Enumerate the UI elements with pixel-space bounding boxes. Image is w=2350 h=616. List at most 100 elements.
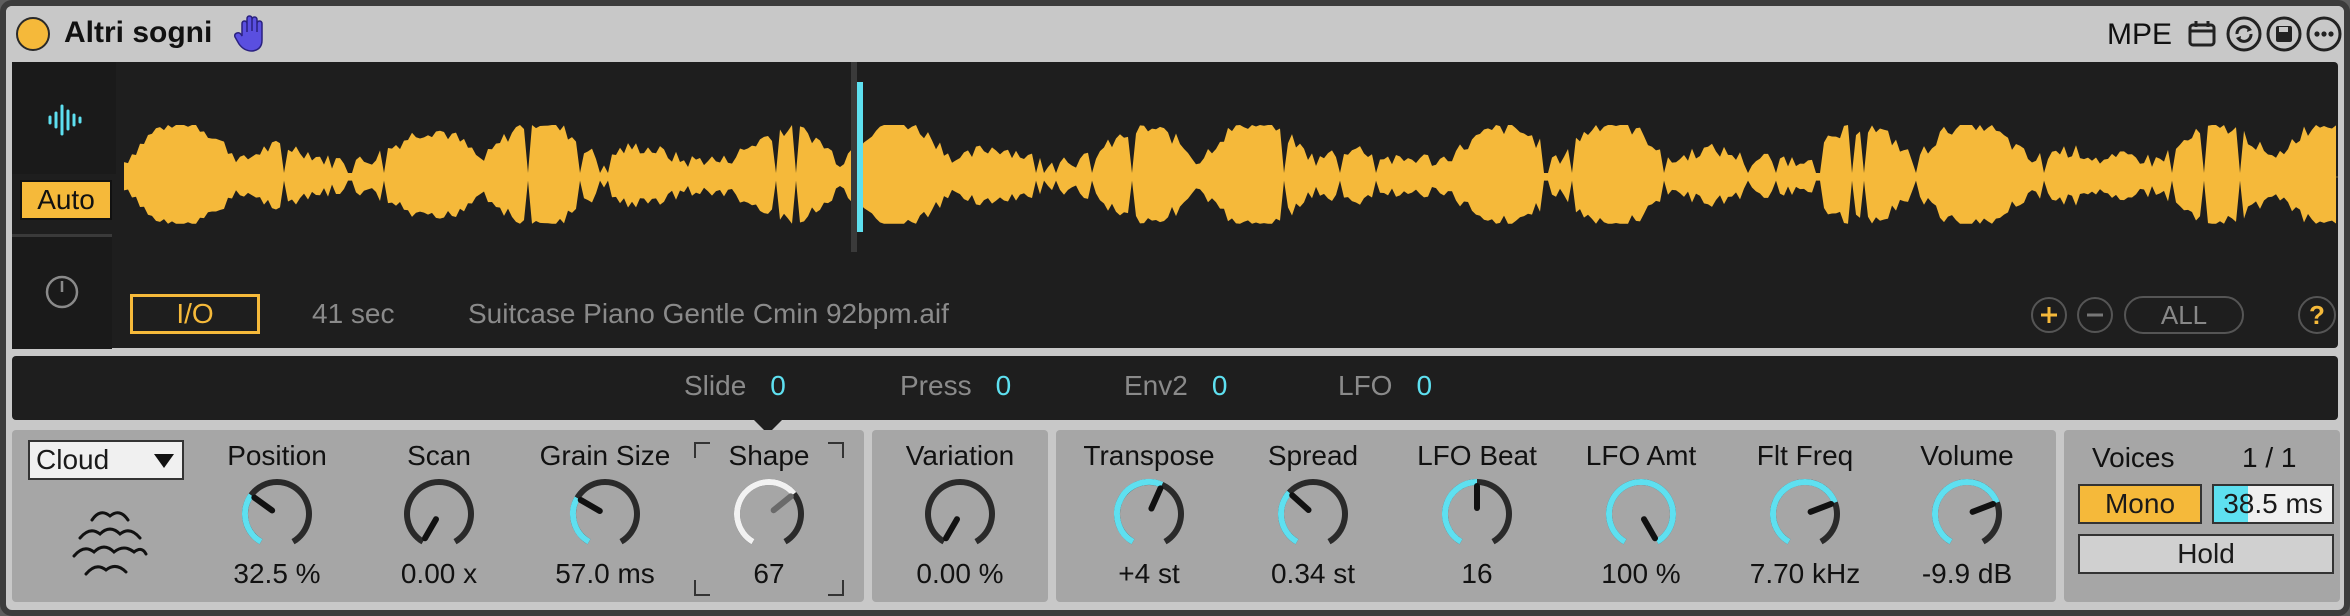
mod-slide[interactable]: Slide 0	[684, 370, 786, 402]
help-button[interactable]: ?	[2298, 296, 2336, 334]
zoom-in-icon[interactable]	[2030, 296, 2068, 334]
scan-label: Scan	[407, 440, 471, 471]
shape-value: 67	[753, 558, 785, 589]
title-bar: Altri sogni MPE	[6, 6, 2344, 62]
variation-label: Variation	[905, 440, 1015, 471]
lfo-amt-knob[interactable]: LFO Amt 100 %	[1566, 430, 1716, 602]
knob-pointer	[251, 494, 276, 514]
variation-dial[interactable]	[920, 474, 1000, 554]
mod-env2[interactable]: Env2 0	[1124, 370, 1227, 402]
glide-field[interactable]: 38.5 ms	[2212, 484, 2334, 524]
volume-knob[interactable]: Volume -9.9 dB	[1892, 430, 2042, 602]
device-frame: Altri sogni MPE Auto I/O 41 sec Suitcase…	[0, 0, 2350, 616]
spread-knob[interactable]: Spread 0.34 st	[1238, 430, 1388, 602]
knob-pointer	[1148, 485, 1164, 512]
hold-button[interactable]: Hold	[2078, 534, 2334, 574]
lfo-amt-label: LFO Amt	[1585, 440, 1697, 471]
knob-pointer	[943, 516, 960, 542]
glide-value: 38.5 ms	[2223, 488, 2323, 519]
waveform-sidebar: Auto	[12, 62, 116, 349]
mod-lfo-label: LFO	[1338, 370, 1393, 401]
voices-section: Voices 1 / 1 Mono 38.5 ms Hold	[2064, 430, 2340, 602]
auto-button[interactable]: Auto	[20, 180, 112, 220]
waveform-display[interactable]	[124, 62, 2338, 292]
shape-label: Shape	[728, 440, 810, 471]
playhead[interactable]	[857, 82, 863, 232]
device-title: Altri sogni	[64, 16, 213, 49]
device-power-button[interactable]	[16, 17, 50, 51]
grain-size-knob[interactable]: Grain Size 57.0 ms	[530, 430, 680, 602]
zoom-all-button[interactable]: ALL	[2124, 296, 2244, 334]
mpe-label: MPE	[2106, 18, 2172, 51]
shape-bracket-tr	[828, 442, 844, 458]
refresh-icon[interactable]	[2226, 16, 2262, 52]
variation-knob[interactable]: Variation 0.00 %	[885, 430, 1035, 602]
mod-press-label: Press	[900, 370, 972, 401]
spread-value: 0.34 st	[1270, 558, 1356, 589]
flt-freq-knob[interactable]: Flt Freq 7.70 kHz	[1730, 430, 1880, 602]
shape-bracket-tl	[694, 442, 710, 458]
mod-slide-value: 0	[770, 370, 786, 401]
position-label: Position	[227, 440, 327, 471]
lfo-amt-value: 100 %	[1601, 558, 1681, 589]
flt-freq-label: Flt Freq	[1756, 440, 1854, 471]
knob-arc	[1442, 479, 1478, 545]
knob-arc	[1932, 479, 2000, 545]
volume-value: -9.9 dB	[1921, 558, 2013, 589]
waveform-panel: Auto I/O 41 sec Suitcase Piano Gentle Cm…	[12, 62, 2338, 349]
voices-value[interactable]: 1 / 1	[2242, 442, 2296, 474]
grain-section: Cloud Position 32.5 % Scan 0.00 x Grain …	[12, 430, 864, 602]
flt-freq-value: 7.70 kHz	[1749, 558, 1861, 589]
variation-value: 0.00 %	[916, 558, 1004, 589]
variation-section: Variation 0.00 %	[872, 430, 1048, 602]
spread-dial[interactable]	[1273, 474, 1353, 554]
shape-bracket-br	[828, 580, 844, 596]
scan-dial[interactable]	[399, 474, 479, 554]
grain-size-dial[interactable]	[565, 474, 645, 554]
zoom-out-icon[interactable]	[2076, 296, 2114, 334]
scan-knob[interactable]: Scan 0.00 x	[364, 430, 514, 602]
lfo-beat-knob[interactable]: LFO Beat 16	[1402, 430, 1552, 602]
grain-mode-select[interactable]: Cloud	[28, 440, 184, 480]
lfo-beat-dial[interactable]	[1437, 474, 1517, 554]
mono-button[interactable]: Mono	[2078, 484, 2202, 524]
volume-dial[interactable]	[1927, 474, 2007, 554]
more-icon[interactable]	[2306, 16, 2342, 52]
mod-lfo[interactable]: LFO 0	[1338, 370, 1432, 402]
transpose-dial[interactable]	[1109, 474, 1189, 554]
volume-label: Volume	[1920, 440, 2014, 471]
shape-bracket-bl	[694, 580, 710, 596]
hand-icon	[234, 15, 263, 52]
position-value: 32.5 %	[233, 558, 321, 589]
mod-press[interactable]: Press 0	[900, 370, 1011, 402]
playhead-track	[851, 62, 857, 252]
knob-arc	[1770, 479, 1838, 545]
shape-dial[interactable]	[729, 474, 809, 554]
transpose-knob[interactable]: Transpose +4 st	[1074, 430, 1224, 602]
lfo-beat-label: LFO Beat	[1417, 440, 1537, 471]
grain-size-label: Grain Size	[539, 440, 671, 471]
knob-track	[925, 479, 995, 545]
knob-track	[404, 479, 474, 545]
mod-env2-label: Env2	[1124, 370, 1188, 401]
waveform-path	[124, 125, 2336, 224]
shape-knob[interactable]: Shape 67	[694, 430, 844, 602]
power-icon[interactable]	[42, 271, 82, 311]
save-icon[interactable]	[2266, 16, 2302, 52]
sample-filename: Suitcase Piano Gentle Cmin 92bpm.aif	[468, 298, 949, 329]
knob-pointer	[1807, 500, 1835, 515]
mpe-icon[interactable]	[2184, 16, 2220, 52]
waveform-view-toggle[interactable]	[12, 62, 116, 174]
mod-env2-value: 0	[1211, 370, 1228, 401]
waveform-icon	[48, 104, 82, 136]
grain-size-value: 57.0 ms	[555, 558, 655, 589]
transpose-value: +4 st	[1118, 558, 1180, 589]
flt-freq-dial[interactable]	[1765, 474, 1845, 554]
voices-label: Voices	[2092, 442, 2175, 473]
knob-pointer	[577, 497, 603, 514]
lfo-amt-dial[interactable]	[1601, 474, 1681, 554]
io-button[interactable]: I/O	[130, 294, 260, 334]
position-knob[interactable]: Position 32.5 %	[202, 430, 352, 602]
chevron-down-icon	[154, 454, 174, 468]
position-dial[interactable]	[237, 474, 317, 554]
